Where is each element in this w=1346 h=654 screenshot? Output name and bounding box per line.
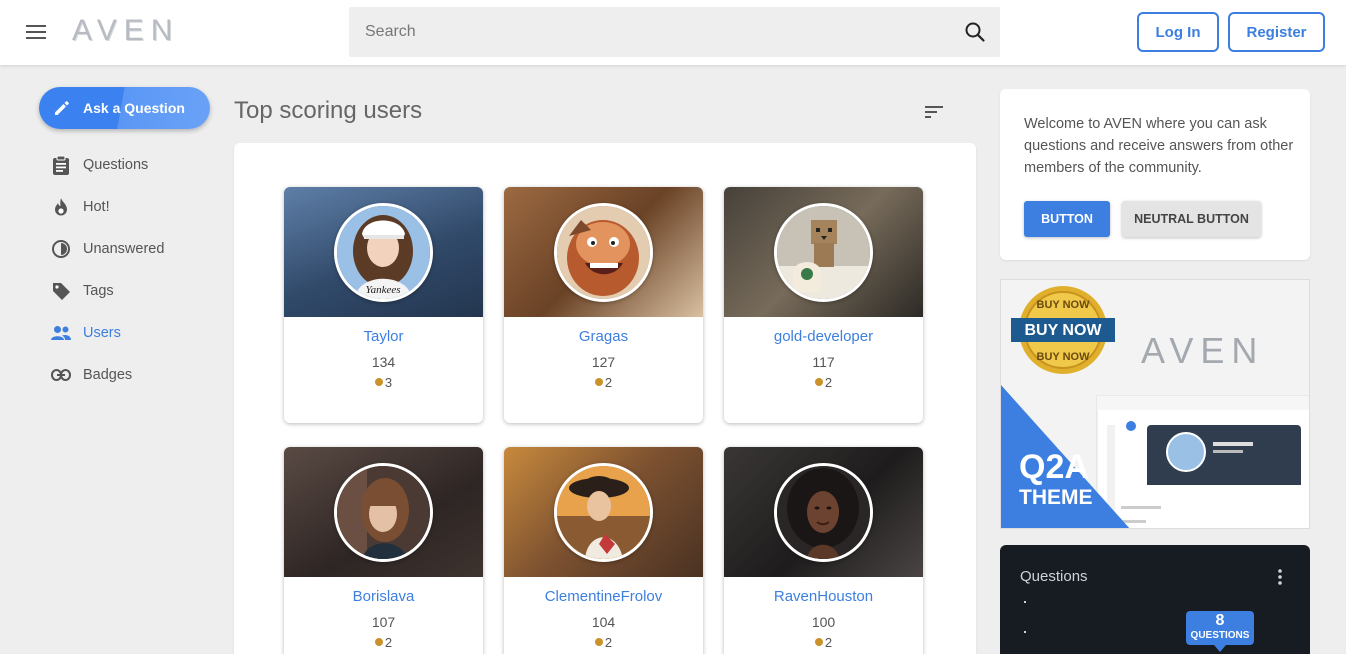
question-count: 8 [1215, 612, 1225, 629]
user-card[interactable]: gold-developer 117 2 [724, 187, 923, 423]
search-input[interactable] [349, 7, 949, 57]
sidebar-item-users[interactable]: Users [50, 312, 220, 354]
user-badges: 2 [724, 375, 923, 390]
site-logo[interactable]: AVEN [72, 14, 179, 48]
sort-icon[interactable] [924, 104, 944, 120]
user-name[interactable]: Taylor [284, 328, 483, 345]
badge-count: 2 [384, 635, 393, 650]
user-points: 100 [811, 614, 836, 630]
user-points: 104 [591, 614, 616, 630]
avatar[interactable] [554, 203, 653, 302]
questions-widget: Questions 8 QUESTIONS [1000, 545, 1310, 654]
seal-top-text: BUY NOW [1037, 299, 1091, 311]
user-card[interactable]: Gragas 127 2 [504, 187, 703, 423]
register-button[interactable]: Register [1228, 12, 1325, 52]
badge-count: 2 [824, 635, 833, 650]
sidebar-item-hot[interactable]: Hot! [50, 186, 220, 228]
badge-dot-icon [594, 638, 603, 646]
sidebar-item-label: Hot! [83, 199, 110, 215]
user-name[interactable]: Gragas [504, 328, 703, 345]
badge-dot-icon [814, 378, 823, 386]
avatar[interactable] [774, 203, 873, 302]
svg-text:Yankees: Yankees [365, 284, 400, 296]
badge-pointer [1214, 645, 1226, 652]
user-card[interactable]: ClementineFrolov 104 2 [504, 447, 703, 654]
badge-count: 3 [384, 375, 393, 390]
sidebar-item-label: Unanswered [83, 241, 165, 257]
badge-dot-icon [374, 378, 383, 386]
sidebar-item-tags[interactable]: Tags [50, 270, 220, 312]
sidebar-item-questions[interactable]: Questions [50, 144, 220, 186]
neutral-button[interactable]: NEUTRAL BUTTON [1122, 201, 1261, 237]
user-points: 117 [812, 354, 835, 370]
user-badges: 2 [504, 375, 703, 390]
login-button[interactable]: Log In [1137, 12, 1219, 52]
badge-count: 2 [604, 635, 613, 650]
question-count-label: QUESTIONS [1190, 630, 1250, 641]
clipboard-icon [50, 154, 72, 176]
welcome-widget: Welcome to AVEN where you can ask questi… [1000, 89, 1310, 260]
user-name[interactable]: RavenHouston [724, 588, 923, 605]
user-card[interactable]: RavenHouston 100 2 [724, 447, 923, 654]
user-points: 134 [371, 354, 396, 370]
sidebar-item-unanswered[interactable]: Unanswered [50, 228, 220, 270]
seal-main-text: BUY NOW [1024, 322, 1102, 339]
primary-button[interactable]: BUTTON [1024, 201, 1110, 237]
avatar[interactable]: Yankees [334, 203, 433, 302]
page-title: Top scoring users [234, 97, 423, 124]
ask-question-button[interactable]: Ask a Question [39, 87, 210, 129]
sidebar-item-label: Users [83, 325, 121, 341]
user-name[interactable]: gold-developer [724, 328, 923, 345]
sidebar-item-label: Questions [83, 157, 149, 173]
user-badges: 2 [284, 635, 483, 650]
user-badges: 2 [724, 635, 923, 650]
promo-theme: THEME [1019, 486, 1093, 509]
ask-question-label: Ask a Question [83, 100, 185, 116]
user-card[interactable]: Borislava 107 2 [284, 447, 483, 654]
user-card[interactable]: Yankees Taylor 134 3 [284, 187, 483, 423]
avatar[interactable] [554, 463, 653, 562]
welcome-text: Welcome to AVEN where you can ask questi… [1024, 116, 1294, 176]
user-badges: 2 [504, 635, 703, 650]
sidebar-nav: Questions Hot! Unanswered Tags Users Bad… [50, 144, 220, 396]
link-icon [50, 364, 72, 386]
menu-icon[interactable] [26, 25, 46, 39]
more-vert-icon[interactable] [1277, 569, 1283, 585]
half-circle-icon [50, 238, 72, 260]
sidebar-item-label: Tags [83, 283, 114, 299]
user-points: 107 [371, 614, 396, 630]
tag-icon [50, 280, 72, 302]
pencil-icon [55, 101, 69, 115]
user-name[interactable]: ClementineFrolov [504, 588, 703, 605]
badge-count: 2 [824, 375, 833, 390]
user-badges: 3 [284, 375, 483, 390]
promo-logo: AVEN [1141, 330, 1265, 371]
users-panel: Yankees Taylor 134 3 Gragas 127 2 gold-d… [234, 143, 976, 654]
sidebar-item-badges[interactable]: Badges [50, 354, 220, 396]
widget-title: Questions [1020, 568, 1088, 585]
seal-bottom-text: BUY NOW [1037, 351, 1091, 363]
avatar[interactable] [334, 463, 433, 562]
users-icon [50, 322, 72, 344]
question-count-badge[interactable]: 8 QUESTIONS [1186, 611, 1254, 645]
search-icon[interactable] [964, 21, 986, 43]
badge-count: 2 [604, 375, 613, 390]
badge-dot-icon [594, 378, 603, 386]
user-name[interactable]: Borislava [284, 588, 483, 605]
user-points: 127 [591, 354, 616, 370]
sidebar-item-label: Badges [83, 367, 133, 383]
promo-banner[interactable]: BUY NOW BUY NOW BUY NOW AVEN Q2A THEME [1000, 279, 1310, 529]
badge-dot-icon [814, 638, 823, 646]
fire-icon [50, 196, 72, 218]
avatar[interactable] [774, 463, 873, 562]
chart-tick [1024, 631, 1026, 633]
chart-tick [1024, 601, 1026, 603]
search-bar [349, 7, 1000, 57]
badge-dot-icon [374, 638, 383, 646]
promo-q2a: Q2A [1019, 448, 1089, 486]
top-header: AVEN Log In Register [0, 0, 1346, 65]
